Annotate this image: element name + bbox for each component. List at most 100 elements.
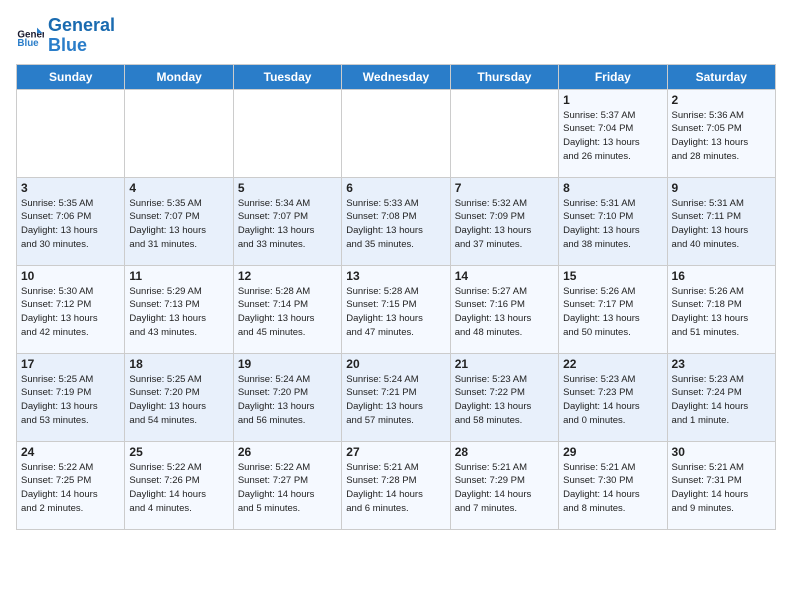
calendar-cell [17, 89, 125, 177]
calendar-table: SundayMondayTuesdayWednesdayThursdayFrid… [16, 64, 776, 530]
day-info: Sunrise: 5:21 AM Sunset: 7:30 PM Dayligh… [563, 461, 662, 516]
day-number: 29 [563, 445, 662, 459]
logo-text: GeneralBlue [48, 16, 115, 56]
day-info: Sunrise: 5:36 AM Sunset: 7:05 PM Dayligh… [672, 109, 771, 164]
day-info: Sunrise: 5:31 AM Sunset: 7:11 PM Dayligh… [672, 197, 771, 252]
day-number: 16 [672, 269, 771, 283]
day-info: Sunrise: 5:35 AM Sunset: 7:07 PM Dayligh… [129, 197, 228, 252]
day-header-thursday: Thursday [450, 64, 558, 89]
calendar-cell: 27 Sunrise: 5:21 AM Sunset: 7:28 PM Dayli… [342, 441, 450, 529]
day-info: Sunrise: 5:34 AM Sunset: 7:07 PM Dayligh… [238, 197, 337, 252]
calendar-cell: 21 Sunrise: 5:23 AM Sunset: 7:22 PM Dayli… [450, 353, 558, 441]
day-info: Sunrise: 5:23 AM Sunset: 7:24 PM Dayligh… [672, 373, 771, 428]
calendar-header-row: SundayMondayTuesdayWednesdayThursdayFrid… [17, 64, 776, 89]
day-number: 1 [563, 93, 662, 107]
day-info: Sunrise: 5:22 AM Sunset: 7:27 PM Dayligh… [238, 461, 337, 516]
day-number: 9 [672, 181, 771, 195]
day-info: Sunrise: 5:25 AM Sunset: 7:19 PM Dayligh… [21, 373, 120, 428]
day-number: 24 [21, 445, 120, 459]
day-number: 3 [21, 181, 120, 195]
calendar-cell [450, 89, 558, 177]
day-number: 27 [346, 445, 445, 459]
day-info: Sunrise: 5:31 AM Sunset: 7:10 PM Dayligh… [563, 197, 662, 252]
day-info: Sunrise: 5:24 AM Sunset: 7:20 PM Dayligh… [238, 373, 337, 428]
calendar-cell: 3 Sunrise: 5:35 AM Sunset: 7:06 PM Daylig… [17, 177, 125, 265]
day-info: Sunrise: 5:23 AM Sunset: 7:22 PM Dayligh… [455, 373, 554, 428]
calendar-week-row: 10 Sunrise: 5:30 AM Sunset: 7:12 PM Dayli… [17, 265, 776, 353]
calendar-cell: 13 Sunrise: 5:28 AM Sunset: 7:15 PM Dayli… [342, 265, 450, 353]
day-number: 2 [672, 93, 771, 107]
logo-icon: General Blue [16, 22, 44, 50]
day-info: Sunrise: 5:29 AM Sunset: 7:13 PM Dayligh… [129, 285, 228, 340]
day-number: 18 [129, 357, 228, 371]
day-number: 11 [129, 269, 228, 283]
calendar-week-row: 3 Sunrise: 5:35 AM Sunset: 7:06 PM Daylig… [17, 177, 776, 265]
calendar-cell: 24 Sunrise: 5:22 AM Sunset: 7:25 PM Dayli… [17, 441, 125, 529]
day-info: Sunrise: 5:28 AM Sunset: 7:15 PM Dayligh… [346, 285, 445, 340]
calendar-week-row: 1 Sunrise: 5:37 AM Sunset: 7:04 PM Daylig… [17, 89, 776, 177]
day-number: 15 [563, 269, 662, 283]
day-info: Sunrise: 5:35 AM Sunset: 7:06 PM Dayligh… [21, 197, 120, 252]
day-number: 10 [21, 269, 120, 283]
day-info: Sunrise: 5:26 AM Sunset: 7:18 PM Dayligh… [672, 285, 771, 340]
calendar-cell: 19 Sunrise: 5:24 AM Sunset: 7:20 PM Dayli… [233, 353, 341, 441]
day-info: Sunrise: 5:33 AM Sunset: 7:08 PM Dayligh… [346, 197, 445, 252]
calendar-cell: 26Sunrise: 5:22 AM Sunset: 7:27 PM Dayli… [233, 441, 341, 529]
calendar-cell: 14 Sunrise: 5:27 AM Sunset: 7:16 PM Dayli… [450, 265, 558, 353]
calendar-cell: 4 Sunrise: 5:35 AM Sunset: 7:07 PM Daylig… [125, 177, 233, 265]
calendar-cell: 29 Sunrise: 5:21 AM Sunset: 7:30 PM Dayli… [559, 441, 667, 529]
calendar-cell [342, 89, 450, 177]
day-info: Sunrise: 5:25 AM Sunset: 7:20 PM Dayligh… [129, 373, 228, 428]
calendar-cell: 23 Sunrise: 5:23 AM Sunset: 7:24 PM Dayli… [667, 353, 775, 441]
day-info: Sunrise: 5:32 AM Sunset: 7:09 PM Dayligh… [455, 197, 554, 252]
calendar-cell: 20 Sunrise: 5:24 AM Sunset: 7:21 PM Dayli… [342, 353, 450, 441]
day-number: 6 [346, 181, 445, 195]
calendar-cell: 9 Sunrise: 5:31 AM Sunset: 7:11 PM Daylig… [667, 177, 775, 265]
calendar-cell: 1 Sunrise: 5:37 AM Sunset: 7:04 PM Daylig… [559, 89, 667, 177]
svg-text:Blue: Blue [17, 38, 39, 49]
calendar-body: 1 Sunrise: 5:37 AM Sunset: 7:04 PM Daylig… [17, 89, 776, 529]
header: General Blue GeneralBlue [16, 16, 776, 56]
day-info: Sunrise: 5:37 AM Sunset: 7:04 PM Dayligh… [563, 109, 662, 164]
day-number: 25 [129, 445, 228, 459]
day-info: Sunrise: 5:28 AM Sunset: 7:14 PM Dayligh… [238, 285, 337, 340]
calendar-cell: 18 Sunrise: 5:25 AM Sunset: 7:20 PM Dayli… [125, 353, 233, 441]
day-number: 14 [455, 269, 554, 283]
calendar-cell: 10 Sunrise: 5:30 AM Sunset: 7:12 PM Dayli… [17, 265, 125, 353]
day-info: Sunrise: 5:22 AM Sunset: 7:26 PM Dayligh… [129, 461, 228, 516]
day-info: Sunrise: 5:24 AM Sunset: 7:21 PM Dayligh… [346, 373, 445, 428]
day-number: 17 [21, 357, 120, 371]
calendar-cell: 17 Sunrise: 5:25 AM Sunset: 7:19 PM Dayli… [17, 353, 125, 441]
day-number: 8 [563, 181, 662, 195]
day-number: 7 [455, 181, 554, 195]
day-number: 13 [346, 269, 445, 283]
day-info: Sunrise: 5:26 AM Sunset: 7:17 PM Dayligh… [563, 285, 662, 340]
day-header-wednesday: Wednesday [342, 64, 450, 89]
day-number: 19 [238, 357, 337, 371]
day-info: Sunrise: 5:21 AM Sunset: 7:28 PM Dayligh… [346, 461, 445, 516]
day-number: 22 [563, 357, 662, 371]
calendar-cell: 11 Sunrise: 5:29 AM Sunset: 7:13 PM Dayli… [125, 265, 233, 353]
day-number: 20 [346, 357, 445, 371]
calendar-cell: 25 Sunrise: 5:22 AM Sunset: 7:26 PM Dayli… [125, 441, 233, 529]
day-number: 12 [238, 269, 337, 283]
day-number: 5 [238, 181, 337, 195]
day-number: 21 [455, 357, 554, 371]
calendar-cell: 28Sunrise: 5:21 AM Sunset: 7:29 PM Dayli… [450, 441, 558, 529]
day-info: Sunrise: 5:30 AM Sunset: 7:12 PM Dayligh… [21, 285, 120, 340]
day-number: 4 [129, 181, 228, 195]
logo: General Blue GeneralBlue [16, 16, 115, 56]
day-header-tuesday: Tuesday [233, 64, 341, 89]
calendar-cell: 2 Sunrise: 5:36 AM Sunset: 7:05 PM Daylig… [667, 89, 775, 177]
calendar-week-row: 24 Sunrise: 5:22 AM Sunset: 7:25 PM Dayli… [17, 441, 776, 529]
day-header-sunday: Sunday [17, 64, 125, 89]
day-number: 23 [672, 357, 771, 371]
calendar-week-row: 17 Sunrise: 5:25 AM Sunset: 7:19 PM Dayli… [17, 353, 776, 441]
day-info: Sunrise: 5:22 AM Sunset: 7:25 PM Dayligh… [21, 461, 120, 516]
day-info: Sunrise: 5:27 AM Sunset: 7:16 PM Dayligh… [455, 285, 554, 340]
day-info: Sunrise: 5:21 AM Sunset: 7:29 PM Dayligh… [455, 461, 554, 516]
day-header-monday: Monday [125, 64, 233, 89]
day-header-friday: Friday [559, 64, 667, 89]
calendar-cell: 6 Sunrise: 5:33 AM Sunset: 7:08 PM Daylig… [342, 177, 450, 265]
calendar-cell: 12 Sunrise: 5:28 AM Sunset: 7:14 PM Dayli… [233, 265, 341, 353]
